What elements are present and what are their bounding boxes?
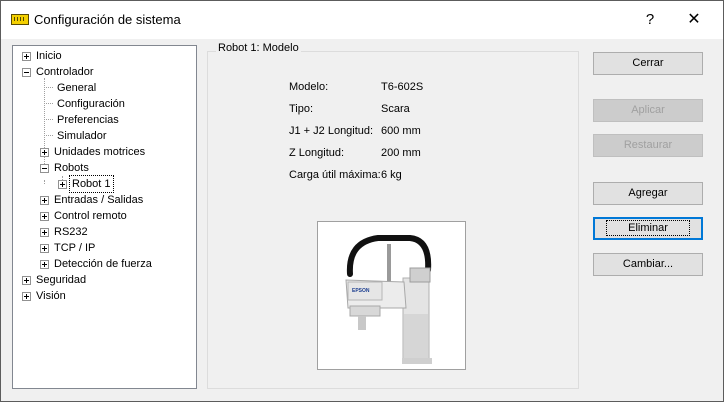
tree-item-entradas-salidas[interactable]: Entradas / Salidas: [40, 192, 145, 208]
model-value: T6-602S: [381, 81, 424, 93]
tree-item-label: TCP / IP: [54, 242, 96, 254]
window-title: Configuración de sistema: [34, 12, 181, 27]
tree-branch-line: [44, 119, 53, 121]
expand-icon[interactable]: [22, 51, 31, 61]
tree-item-label: Entradas / Salidas: [54, 194, 144, 206]
robot-image: EPSON: [317, 221, 466, 370]
system-config-dialog: Configuración de sistema ? ✕ Inicio Cont…: [0, 0, 724, 402]
tree-item-label: Robot 1: [69, 175, 114, 193]
help-button[interactable]: ?: [635, 1, 665, 39]
tree-item-general[interactable]: General: [44, 80, 98, 96]
expand-icon[interactable]: [40, 227, 49, 237]
type-value: Scara: [381, 103, 410, 115]
tree-branch-line: [44, 135, 53, 137]
collapse-icon[interactable]: [22, 67, 31, 77]
close-button[interactable]: Cerrar: [593, 52, 703, 75]
tree-item-label: Configuración: [57, 98, 125, 110]
title-bar: Configuración de sistema ? ✕: [1, 1, 723, 39]
model-label: Modelo:: [289, 81, 329, 93]
max-payload-value: 6 kg: [381, 169, 402, 181]
expand-icon[interactable]: [22, 291, 31, 301]
tree-item-vision[interactable]: Visión: [22, 288, 68, 304]
tree-item-controlador[interactable]: Controlador: [22, 64, 95, 80]
restore-button[interactable]: Restaurar: [593, 134, 703, 157]
tree-item-robots[interactable]: Robots: [40, 160, 91, 176]
tree-item-tcp-ip[interactable]: TCP / IP: [40, 240, 97, 256]
expand-icon[interactable]: [40, 147, 49, 157]
tree-branch-line: [44, 103, 53, 105]
tree-item-label: Controlador: [36, 66, 94, 78]
type-label: Tipo:: [289, 103, 314, 115]
tree-item-label: General: [57, 82, 97, 94]
tree-item-label: Seguridad: [36, 274, 87, 286]
expand-icon[interactable]: [40, 243, 49, 253]
z-length-label: Z Longitud:: [289, 147, 345, 159]
tree-item-label: Robots: [54, 162, 89, 174]
expand-icon[interactable]: [40, 211, 49, 221]
tree-item-label: Visión: [36, 290, 66, 302]
tree-item-label: Preferencias: [57, 114, 119, 126]
brand-label: EPSON: [352, 288, 370, 294]
tree-connector: [44, 180, 45, 184]
expand-icon[interactable]: [40, 259, 49, 269]
arm-length-label: J1 + J2 Longitud:: [289, 125, 374, 137]
expand-icon[interactable]: [58, 179, 67, 189]
max-payload-label: Carga útil máxima:: [289, 169, 381, 181]
tree-item-simulador[interactable]: Simulador: [44, 128, 109, 144]
groupbox-title: Robot 1: Modelo: [216, 42, 301, 54]
arm-length-value: 600 mm: [381, 125, 421, 137]
tree-item-label: RS232: [54, 226, 88, 238]
tree-item-deteccion-fuerza[interactable]: Detección de fuerza: [40, 256, 154, 272]
change-button[interactable]: Cambiar...: [593, 253, 703, 276]
tree-item-robot-1[interactable]: Robot 1: [58, 175, 114, 193]
tree-branch-line: [44, 87, 53, 89]
scara-robot-illustration: EPSON: [345, 235, 432, 364]
delete-button-label: Eliminar: [606, 220, 690, 236]
tree-item-configuracion[interactable]: Configuración: [44, 96, 127, 112]
tree-item-unidades-motrices[interactable]: Unidades motrices: [40, 144, 147, 160]
expand-icon[interactable]: [22, 275, 31, 285]
tree-item-preferencias[interactable]: Preferencias: [44, 112, 121, 128]
tree-item-label: Detección de fuerza: [54, 258, 152, 270]
tree-item-label: Control remoto: [54, 210, 127, 222]
delete-button[interactable]: Eliminar: [593, 217, 703, 240]
expand-icon[interactable]: [40, 195, 49, 205]
settings-tree[interactable]: Inicio Controlador General Configuración…: [12, 45, 197, 389]
z-length-value: 200 mm: [381, 147, 421, 159]
add-button[interactable]: Agregar: [593, 182, 703, 205]
tree-item-seguridad[interactable]: Seguridad: [22, 272, 88, 288]
collapse-icon[interactable]: [40, 163, 49, 173]
tree-item-rs232[interactable]: RS232: [40, 224, 90, 240]
close-window-button[interactable]: ✕: [675, 1, 713, 39]
tree-item-label: Inicio: [36, 50, 62, 62]
tree-item-control-remoto[interactable]: Control remoto: [40, 208, 129, 224]
close-icon: ✕: [687, 11, 701, 28]
tree-item-inicio[interactable]: Inicio: [22, 48, 64, 64]
apply-button[interactable]: Aplicar: [593, 99, 703, 122]
tree-item-label: Unidades motrices: [54, 146, 146, 158]
controller-icon: [11, 14, 29, 25]
tree-item-label: Simulador: [57, 130, 107, 142]
